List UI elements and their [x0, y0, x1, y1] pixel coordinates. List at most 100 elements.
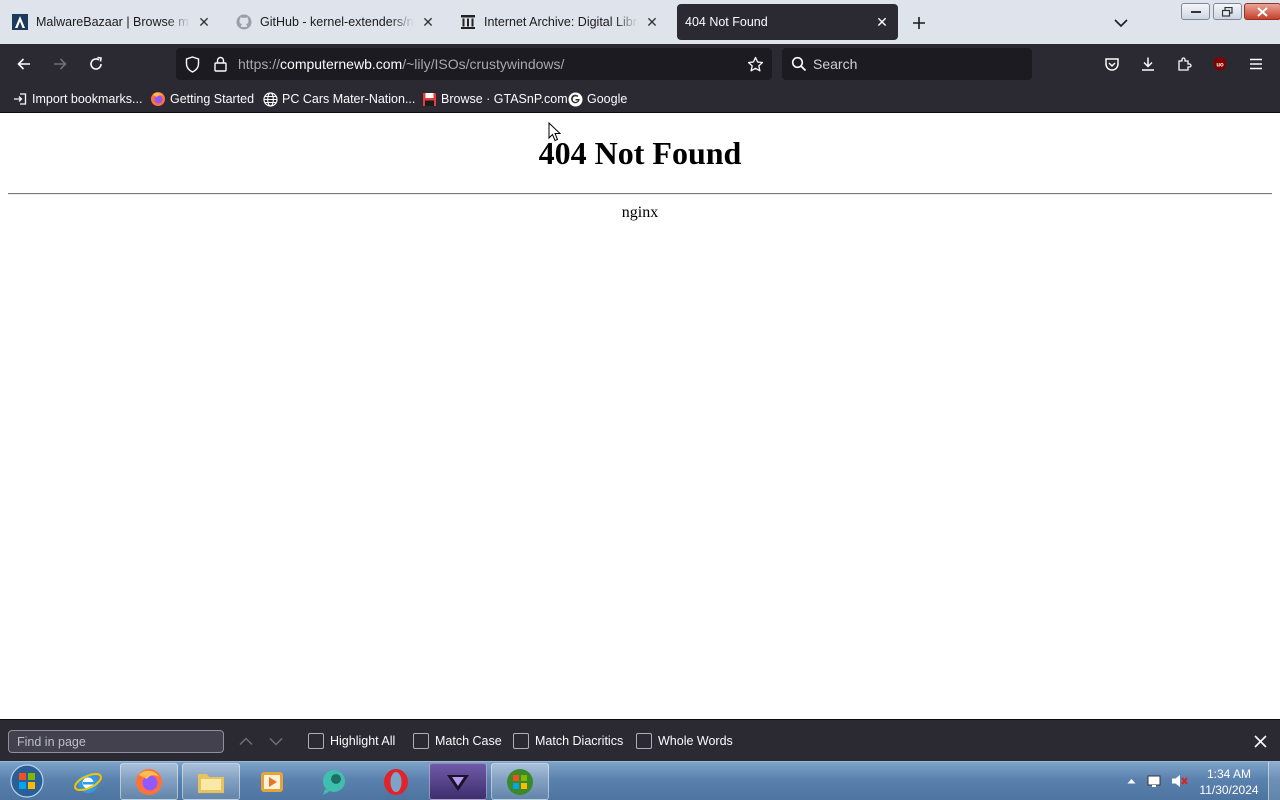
search-bar[interactable]: Search — [782, 48, 1032, 80]
taskbar-tor-browser[interactable] — [429, 763, 487, 800]
forward-button[interactable] — [46, 50, 74, 78]
taskbar-firefox[interactable] — [120, 763, 178, 800]
archive-icon — [460, 14, 476, 30]
purple-app-icon — [447, 774, 469, 791]
globe-icon — [262, 91, 278, 107]
page-heading: 404 Not Found — [538, 135, 742, 171]
close-tab-icon[interactable]: ✕ — [420, 14, 436, 30]
close-tab-icon[interactable]: ✕ — [196, 14, 212, 30]
volume-tray-icon[interactable] — [1171, 772, 1189, 790]
url-text[interactable]: https://computernewb.com/~lily/ISOs/crus… — [238, 56, 564, 72]
checkbox-label: Match Case — [435, 734, 502, 748]
tab-internet-archive[interactable]: Internet Archive: Digital Library ✕ — [452, 4, 668, 40]
url-domain: computernewb.com — [280, 56, 403, 72]
bookmark-import[interactable]: Import bookmarks... — [12, 90, 142, 108]
match-diacritics-checkbox[interactable]: Match Diacritics — [513, 732, 623, 750]
windows-start-orb-icon — [10, 764, 44, 798]
puzzle-piece-icon — [1178, 57, 1192, 71]
pocket-button[interactable] — [1098, 50, 1126, 78]
highlight-all-checkbox[interactable]: Highlight All — [308, 732, 395, 750]
arrow-left-icon — [17, 58, 30, 70]
tab-malwarebazaar[interactable]: MalwareBazaar | Browse malware samples ✕ — [4, 4, 220, 40]
tracking-protection-shield-icon[interactable] — [182, 54, 202, 74]
back-button[interactable] — [10, 50, 38, 78]
tab-strip: MalwareBazaar | Browse malware samples ✕… — [0, 0, 1280, 44]
start-button[interactable] — [6, 762, 48, 800]
speaker-muted-icon — [1172, 775, 1188, 787]
ublock-origin-button[interactable]: uo — [1206, 50, 1234, 78]
checkbox-label: Highlight All — [330, 734, 396, 748]
find-previous-button[interactable] — [236, 731, 256, 751]
pocket-icon — [1105, 58, 1119, 71]
checkbox-box[interactable] — [413, 733, 429, 749]
reload-button[interactable] — [82, 50, 110, 78]
tab-404-not-found[interactable]: 404 Not Found ✕ — [677, 4, 898, 40]
bookmark-pc-cars[interactable]: PC Cars Mater-Nation... — [262, 90, 415, 108]
checkbox-label: Whole Words — [658, 734, 733, 748]
url-path: /~lily/ISOs/crustywindows/ — [402, 56, 565, 72]
downloads-button[interactable] — [1134, 50, 1162, 78]
taskbar-app-teal[interactable] — [305, 763, 363, 800]
tab-title: MalwareBazaar | Browse malware samples — [36, 15, 190, 29]
firefox-icon — [136, 768, 162, 795]
close-tab-icon[interactable]: ✕ — [874, 14, 890, 30]
bookmark-getting-started[interactable]: Getting Started — [150, 90, 254, 108]
github-icon — [236, 14, 252, 30]
url-scheme: https:// — [238, 56, 281, 72]
taskbar-windows-app[interactable] — [491, 763, 549, 800]
plus-icon — [913, 17, 925, 29]
padlock-icon[interactable] — [210, 54, 230, 74]
action-center-tray-icon[interactable] — [1145, 772, 1163, 790]
svg-text:uo: uo — [1216, 63, 1224, 69]
restore-icon — [1222, 6, 1233, 17]
checkbox-box[interactable] — [308, 733, 324, 749]
tab-github[interactable]: GitHub - kernel-extenders/nt61-extension… — [228, 4, 444, 40]
download-icon — [1142, 57, 1154, 71]
find-bar: Highlight All Match Case Match Diacritic… — [0, 719, 1280, 761]
close-find-bar-button[interactable] — [1250, 731, 1270, 751]
tab-title: 404 Not Found — [685, 15, 768, 29]
chevron-down-icon — [269, 737, 283, 746]
taskbar-opera[interactable] — [367, 763, 425, 800]
match-case-checkbox[interactable]: Match Case — [413, 732, 502, 750]
firefox-icon — [150, 91, 166, 107]
taskbar-file-explorer[interactable] — [182, 763, 240, 800]
minimize-window-button[interactable] — [1181, 3, 1210, 20]
app-menu-button[interactable] — [1242, 50, 1270, 78]
extensions-button[interactable] — [1170, 50, 1198, 78]
google-icon — [567, 91, 583, 107]
whole-words-checkbox[interactable]: Whole Words — [636, 732, 733, 750]
system-clock[interactable]: 1:34 AM 11/30/2024 — [1196, 766, 1262, 798]
folder-icon — [198, 773, 224, 793]
search-placeholder: Search — [813, 56, 858, 72]
hamburger-menu-icon — [1250, 58, 1262, 70]
list-all-tabs-button[interactable] — [1110, 12, 1132, 34]
minimize-icon — [1190, 10, 1201, 13]
navigation-toolbar: https://computernewb.com/~lily/ISOs/crus… — [0, 44, 1280, 85]
taskbar-media-player[interactable] — [243, 763, 301, 800]
checkbox-box[interactable] — [513, 733, 529, 749]
taskbar-internet-explorer[interactable] — [59, 763, 117, 800]
malwarebazaar-icon — [12, 14, 28, 30]
new-tab-button[interactable] — [908, 12, 930, 34]
bookmark-label: Import bookmarks... — [32, 92, 143, 106]
restore-window-button[interactable] — [1213, 3, 1242, 20]
bookmark-label: Getting Started — [170, 92, 255, 106]
chat-bubble-icon — [323, 769, 345, 795]
floppy-icon — [421, 91, 437, 107]
bookmark-label: Google — [587, 92, 628, 106]
bookmark-google[interactable]: Google — [567, 90, 627, 108]
close-tab-icon[interactable]: ✕ — [644, 14, 660, 30]
show-desktop-button[interactable] — [1268, 762, 1280, 800]
close-icon — [1253, 734, 1267, 748]
bookmarks-toolbar: Import bookmarks... Getting Started PC C… — [0, 85, 1280, 113]
find-next-button[interactable] — [266, 731, 286, 751]
show-hidden-icons-button[interactable] — [1122, 772, 1140, 790]
find-in-page-input[interactable] — [8, 730, 224, 753]
bookmark-star-icon[interactable] — [745, 54, 765, 74]
reload-icon — [90, 56, 102, 70]
checkbox-box[interactable] — [636, 733, 652, 749]
bookmark-gtasnp[interactable]: Browse · GTASnP.com — [421, 90, 568, 108]
address-bar[interactable]: https://computernewb.com/~lily/ISOs/crus… — [176, 48, 772, 80]
close-window-button[interactable] — [1244, 3, 1280, 20]
